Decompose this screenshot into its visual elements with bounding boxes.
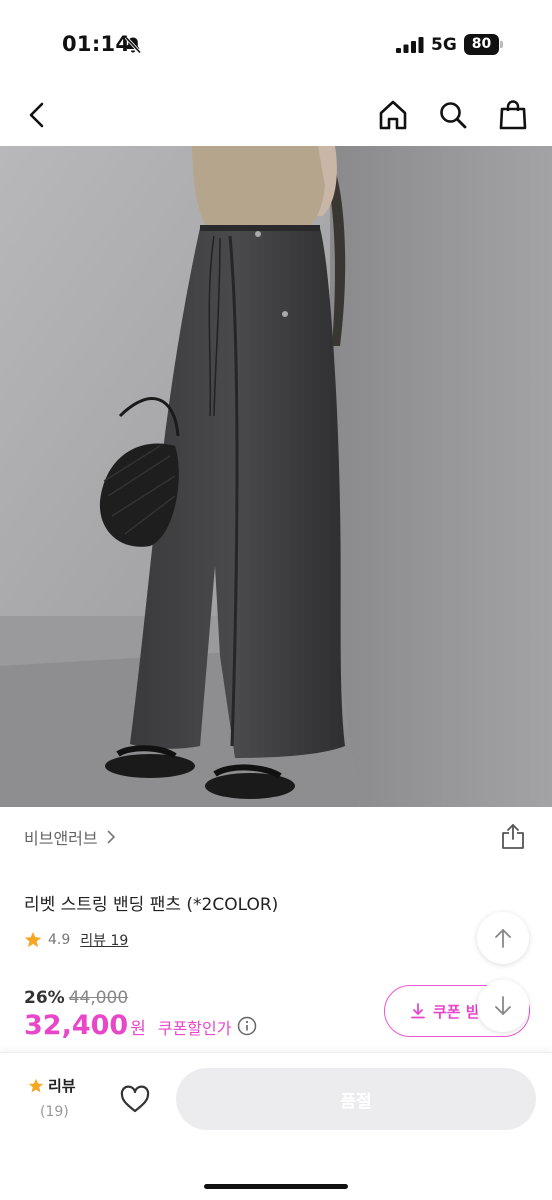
bottom-action-bar: 리뷰 (19) 품절 bbox=[0, 1052, 552, 1200]
scroll-up-button[interactable] bbox=[477, 912, 529, 964]
product-image[interactable] bbox=[0, 146, 552, 807]
bell-off-icon bbox=[124, 36, 142, 54]
status-time: 01:14 bbox=[62, 32, 131, 56]
review-count: (19) bbox=[40, 1104, 69, 1120]
rating-value: 4.9 bbox=[48, 932, 71, 948]
heart-icon[interactable] bbox=[120, 1085, 150, 1115]
shopping-bag-icon[interactable] bbox=[496, 98, 530, 132]
review-tab[interactable]: 리뷰 (19) bbox=[28, 1075, 88, 1120]
top-nav-bar bbox=[0, 88, 552, 146]
home-indicator bbox=[204, 1184, 348, 1189]
battery-icon: 80 bbox=[464, 34, 504, 55]
sold-out-button[interactable]: 품절 bbox=[176, 1068, 536, 1130]
scroll-down-button[interactable] bbox=[477, 980, 529, 1032]
search-icon[interactable] bbox=[436, 98, 470, 132]
back-arrow-icon[interactable] bbox=[20, 98, 54, 132]
battery-level: 80 bbox=[471, 36, 492, 52]
price-row: 32,400 원 쿠폰할인가 bbox=[24, 1010, 257, 1041]
arrow-up-icon bbox=[495, 929, 511, 948]
sold-out-label: 품절 bbox=[340, 1091, 372, 1112]
brand-link[interactable]: 비브앤러브 bbox=[24, 825, 116, 849]
brand-name: 비브앤러브 bbox=[24, 829, 98, 848]
discount-row: 26% 44,000 bbox=[24, 988, 128, 1008]
share-icon[interactable] bbox=[500, 822, 526, 850]
home-icon[interactable] bbox=[376, 98, 410, 132]
review-tab-label: 리뷰 bbox=[48, 1077, 76, 1095]
info-icon[interactable] bbox=[237, 1016, 257, 1036]
network-type: 5G bbox=[431, 35, 457, 55]
original-price: 44,000 bbox=[68, 988, 129, 1008]
review-link[interactable]: 리뷰 19 bbox=[80, 930, 128, 950]
arrow-down-icon bbox=[495, 996, 511, 1015]
rating-row: 4.9 리뷰 19 bbox=[24, 930, 128, 950]
chevron-right-icon bbox=[107, 830, 115, 844]
product-photo bbox=[0, 146, 552, 807]
star-icon bbox=[24, 931, 42, 948]
download-icon bbox=[411, 1003, 425, 1019]
coupon-price-label: 쿠폰할인가 bbox=[157, 1019, 232, 1038]
signal-icon bbox=[396, 37, 424, 53]
discount-rate: 26% bbox=[24, 988, 65, 1008]
sale-price: 32,400 bbox=[24, 1010, 129, 1041]
star-icon bbox=[28, 1078, 44, 1092]
product-title: 리벳 스트링 밴딩 팬츠 (*2COLOR) bbox=[24, 895, 279, 915]
status-bar: 01:14 5G 80 bbox=[0, 0, 552, 88]
currency-unit: 원 bbox=[130, 1019, 146, 1039]
